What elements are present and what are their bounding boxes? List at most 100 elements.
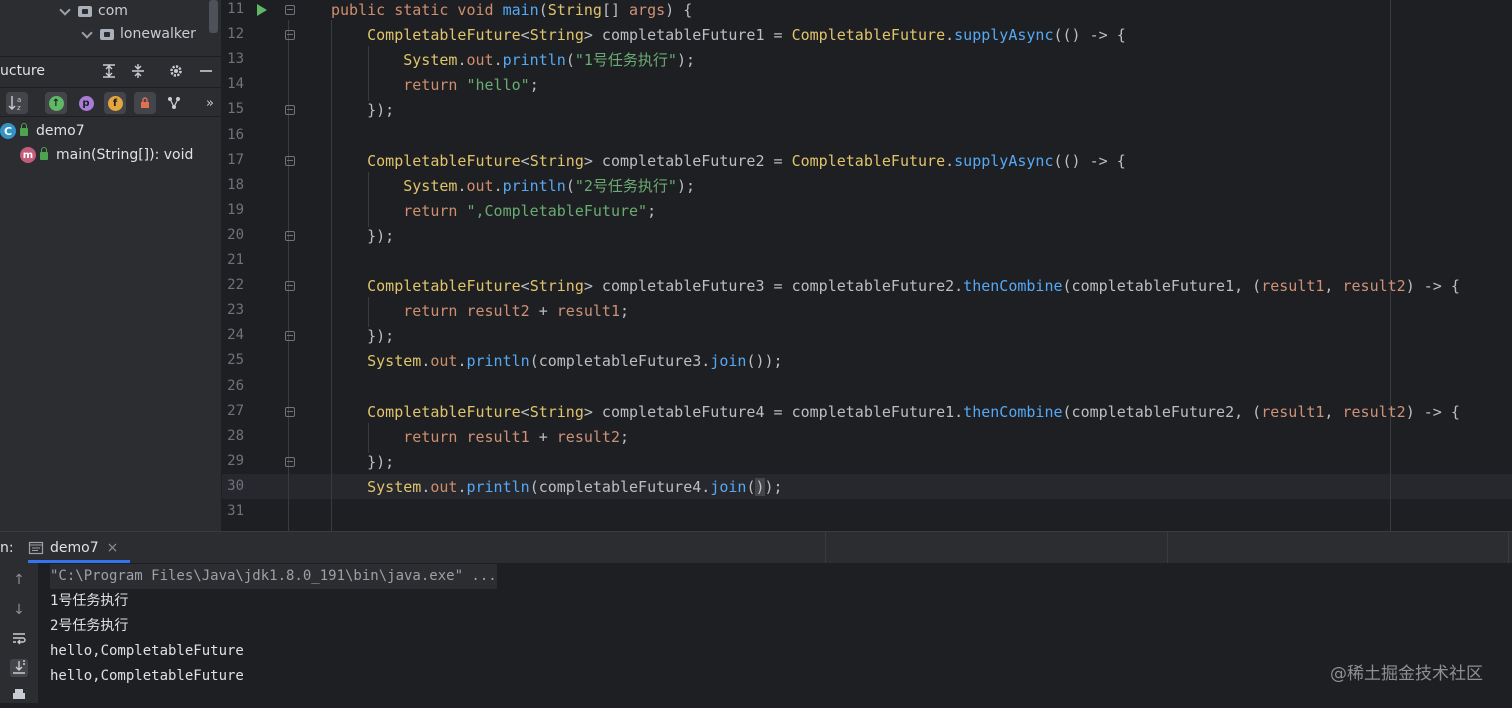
line-number: 14 — [227, 76, 244, 93]
structure-header: ucture — [0, 56, 221, 88]
code-line-29[interactable]: }); — [331, 450, 394, 475]
fold-marker-icon[interactable] — [285, 105, 295, 115]
fold-marker-icon[interactable] — [285, 407, 295, 417]
show-inherited-button[interactable]: ↑ — [45, 92, 67, 114]
right-margin-guide — [1390, 0, 1391, 531]
line-number: 25 — [227, 352, 244, 369]
line-number: 26 — [227, 377, 244, 394]
fold-marker-icon[interactable] — [285, 30, 295, 40]
panel-divider — [825, 532, 826, 564]
hierarchy-icon — [168, 97, 180, 109]
line-number: 18 — [227, 176, 244, 193]
fold-marker-icon[interactable] — [285, 281, 295, 291]
structure-title: ucture — [0, 63, 45, 79]
folder-icon — [78, 5, 92, 17]
svg-text:z: z — [17, 104, 21, 112]
tab-label: demo7 — [50, 540, 99, 556]
code-line-14[interactable]: return "hello"; — [331, 73, 538, 98]
code-line-23[interactable]: return result2 + result1; — [331, 299, 629, 324]
inherited-icon: ↑ — [48, 95, 64, 111]
line-number: 31 — [227, 503, 244, 519]
code-line-25[interactable]: System.out.println(completableFuture3.jo… — [331, 349, 782, 374]
code-line-15[interactable]: }); — [331, 98, 394, 123]
show-fields-button[interactable]: f — [104, 92, 126, 114]
run-icon[interactable] — [257, 4, 267, 16]
code-line-19[interactable]: return ",CompletableFuture"; — [331, 199, 656, 224]
print-icon[interactable] — [10, 687, 28, 705]
down-arrow-icon[interactable]: ↓ — [10, 601, 28, 619]
sort-alpha-button[interactable]: az — [6, 92, 28, 114]
line-number: 13 — [227, 51, 244, 68]
up-arrow-icon[interactable]: ↑ — [10, 571, 28, 589]
run-side-toolbar: ↑ ↓ — [0, 563, 38, 703]
line-number: 19 — [227, 201, 244, 218]
chevron-down-icon — [60, 6, 70, 16]
chevron-down-icon — [82, 29, 92, 39]
expand-all-icon[interactable] — [100, 63, 118, 81]
console-icon — [28, 541, 44, 555]
tree-scrollbar[interactable] — [209, 0, 218, 33]
tree-item-label: com — [98, 3, 128, 19]
console-line: "C:\Program Files\Java\jdk1.8.0_191\bin\… — [50, 564, 497, 589]
panel-divider — [1508, 532, 1509, 564]
class-icon: C — [0, 123, 16, 139]
line-number: 23 — [227, 302, 244, 319]
sort-alpha-icon: az — [8, 96, 21, 112]
left-panel: com lonewalker ucture az ↑ p f » C demo7… — [0, 0, 222, 531]
soft-wrap-icon[interactable] — [10, 631, 28, 649]
code-line-12[interactable]: CompletableFuture<String> completableFut… — [331, 23, 1126, 48]
show-non-public-button[interactable] — [134, 92, 156, 114]
code-line-20[interactable]: }); — [331, 224, 394, 249]
fold-marker-icon[interactable] — [285, 5, 295, 15]
fold-marker-icon[interactable] — [285, 457, 295, 467]
code-line-17[interactable]: CompletableFuture<String> completableFut… — [331, 149, 1126, 174]
structure-class-label: demo7 — [36, 123, 85, 139]
line-number: 22 — [227, 277, 244, 294]
line-number: 11 — [227, 1, 244, 17]
code-line-28[interactable]: return result1 + result2; — [331, 425, 629, 450]
console-line: hello,CompletableFuture — [50, 668, 244, 684]
structure-class-item[interactable]: C demo7 — [0, 120, 85, 142]
show-properties-button[interactable]: p — [75, 92, 97, 114]
code-line-13[interactable]: System.out.println("1号任务执行"); — [331, 48, 695, 73]
console-line: 2号任务执行 — [50, 618, 129, 634]
line-number: 17 — [227, 151, 244, 168]
line-number: 28 — [227, 427, 244, 444]
gutter-guide — [288, 20, 289, 531]
show-lambdas-button[interactable] — [163, 92, 185, 114]
code-line-27[interactable]: CompletableFuture<String> completableFut… — [331, 400, 1460, 425]
panel-divider — [1167, 532, 1168, 564]
code-editor[interactable]: 11 12 13 14 15 16 17 18 19 20 21 22 23 24 25 26 27 28 29 30… — [222, 0, 1512, 531]
code-line-24[interactable]: }); — [331, 324, 394, 349]
property-icon: p — [78, 95, 94, 111]
code-line-22[interactable]: CompletableFuture<String> completableFut… — [331, 274, 1460, 299]
fold-marker-icon[interactable] — [285, 231, 295, 241]
minimize-icon[interactable] — [197, 63, 215, 81]
tree-item-lonewalker[interactable]: lonewalker — [82, 23, 196, 45]
fold-marker-icon[interactable] — [285, 331, 295, 341]
more-actions-button[interactable]: » — [199, 92, 221, 114]
line-number: 29 — [227, 452, 244, 469]
close-icon[interactable]: × — [107, 540, 119, 556]
lock-icon — [141, 97, 149, 108]
run-tool-window-header: n: demo7 × — [0, 531, 1512, 564]
public-lock-icon — [20, 123, 28, 136]
code-line-18[interactable]: System.out.println("2号任务执行"); — [331, 174, 695, 199]
structure-toolbar: az ↑ p f » — [0, 88, 221, 117]
scroll-to-end-icon[interactable] — [10, 659, 28, 677]
line-number: 12 — [227, 26, 244, 43]
folder-icon — [100, 28, 114, 40]
line-number: 30 — [227, 477, 244, 494]
collapse-all-icon[interactable] — [129, 63, 147, 81]
code-line-11[interactable]: public static void main(String[] args) { — [331, 0, 692, 23]
gear-icon[interactable] — [167, 63, 185, 81]
structure-method-item[interactable]: m main(String[]): void — [20, 144, 193, 166]
tree-item-com[interactable]: com — [60, 0, 128, 22]
line-number: 20 — [227, 226, 244, 243]
svg-text:a: a — [17, 96, 21, 104]
tree-item-label: lonewalker — [120, 26, 196, 42]
line-number: 27 — [227, 402, 244, 419]
code-line-30[interactable]: System.out.println(completableFuture4.jo… — [331, 475, 783, 500]
watermark: @稀土掘金技术社区 — [1330, 664, 1483, 684]
fold-marker-icon[interactable] — [285, 156, 295, 166]
